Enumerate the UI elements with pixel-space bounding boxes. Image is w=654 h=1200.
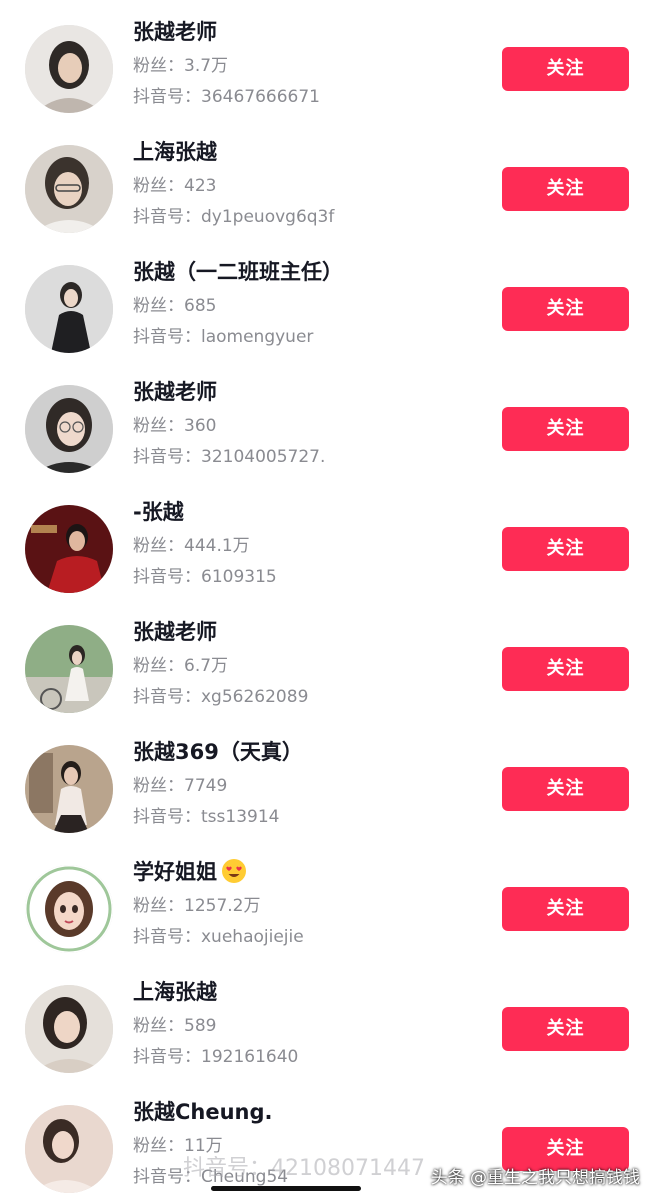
avatar-photo-icon [25,265,113,353]
user-avatar[interactable] [25,25,113,113]
user-avatar[interactable] [25,505,113,593]
fans-count: 粉丝：7749 [133,776,228,796]
user-nickname: 张越老师 [133,620,217,644]
fans-count: 粉丝：589 [133,1016,217,1036]
user-avatar[interactable] [25,385,113,473]
user-avatar[interactable] [25,865,113,953]
douyin-id: 抖音号：192161640 [133,1047,299,1067]
user-avatar[interactable] [25,985,113,1073]
user-nickname: 张越369（天真） [133,740,303,764]
follow-button[interactable]: 关注 [502,167,629,211]
follow-button[interactable]: 关注 [502,527,629,571]
avatar-photo-icon [25,385,113,473]
user-nickname: 上海张越 [133,980,217,1004]
douyin-watermark: 抖音号：42108071447 [183,1156,425,1181]
user-avatar[interactable] [25,145,113,233]
user-avatar[interactable] [25,745,113,833]
user-row[interactable]: 上海张越 粉丝：589 抖音号：192161640 关注 [0,960,654,1080]
douyin-id: 抖音号：tss13914 [133,807,280,827]
douyin-id: 抖音号：xg56262089 [133,687,309,707]
avatar-photo-icon [25,145,113,233]
home-indicator[interactable] [211,1186,361,1191]
user-nickname: 学好姐姐 [133,860,217,884]
user-nickname: 张越（一二班班主任） [133,260,343,284]
user-nickname: 张越老师 [133,380,217,404]
user-nickname: -张越 [133,500,184,524]
follow-button[interactable]: 关注 [502,887,629,931]
user-nickname: 张越老师 [133,20,217,44]
follow-button[interactable]: 关注 [502,287,629,331]
user-nickname: 上海张越 [133,140,217,164]
douyin-id: 抖音号：36467666671 [133,87,320,107]
fans-count: 粉丝：360 [133,416,217,436]
avatar-photo-icon [25,25,113,113]
fans-count: 粉丝：685 [133,296,217,316]
toutiao-credit-watermark: 头条 @重生之我只想搞钱钱 [430,1168,640,1188]
user-avatar[interactable] [25,265,113,353]
avatar-photo-icon [25,505,113,593]
avatar-photo-icon [25,865,113,953]
user-nickname-row: 学好姐姐 [133,858,493,886]
follow-button[interactable]: 关注 [502,407,629,451]
follow-button[interactable]: 关注 [502,767,629,811]
fans-count: 粉丝：3.7万 [133,56,229,76]
avatar-photo-icon [25,985,113,1073]
user-search-result-list: 张越老师 粉丝：3.7万 抖音号：36467666671 关注 上海张越 粉丝：… [0,0,654,1200]
user-row[interactable]: 张越老师 粉丝：6.7万 抖音号：xg56262089 关注 [0,600,654,720]
user-nickname: 张越Cheung. [133,1100,273,1124]
heart-eyes-emoji-icon [221,858,247,884]
user-row[interactable]: 张越老师 粉丝：360 抖音号：32104005727. 关注 [0,360,654,480]
user-row[interactable]: 张越369（天真） 粉丝：7749 抖音号：tss13914 关注 [0,720,654,840]
fans-count: 粉丝：1257.2万 [133,896,261,916]
avatar-photo-icon [25,745,113,833]
douyin-id: 抖音号：32104005727. [133,447,326,467]
user-row[interactable]: 上海张越 粉丝：423 抖音号：dy1peuovg6q3f 关注 [0,120,654,240]
user-avatar[interactable] [25,1105,113,1193]
follow-button[interactable]: 关注 [502,47,629,91]
fans-count: 粉丝：423 [133,176,217,196]
follow-button[interactable]: 关注 [502,1007,629,1051]
avatar-photo-icon [25,625,113,713]
douyin-id: 抖音号：6109315 [133,567,277,587]
douyin-id: 抖音号：dy1peuovg6q3f [133,207,335,227]
user-row[interactable]: 学好姐姐 粉丝：1257.2万 抖音号：xuehaojiejie 关注 [0,840,654,960]
user-row[interactable]: 张越老师 粉丝：3.7万 抖音号：36467666671 关注 [0,0,654,120]
user-avatar[interactable] [25,625,113,713]
fans-count: 粉丝：444.1万 [133,536,250,556]
avatar-photo-icon [25,1105,113,1193]
user-row[interactable]: 张越（一二班班主任） 粉丝：685 抖音号：laomengyuer 关注 [0,240,654,360]
user-row[interactable]: -张越 粉丝：444.1万 抖音号：6109315 关注 [0,480,654,600]
fans-count: 粉丝：6.7万 [133,656,229,676]
douyin-id: 抖音号：xuehaojiejie [133,927,304,947]
douyin-id: 抖音号：laomengyuer [133,327,314,347]
follow-button[interactable]: 关注 [502,647,629,691]
